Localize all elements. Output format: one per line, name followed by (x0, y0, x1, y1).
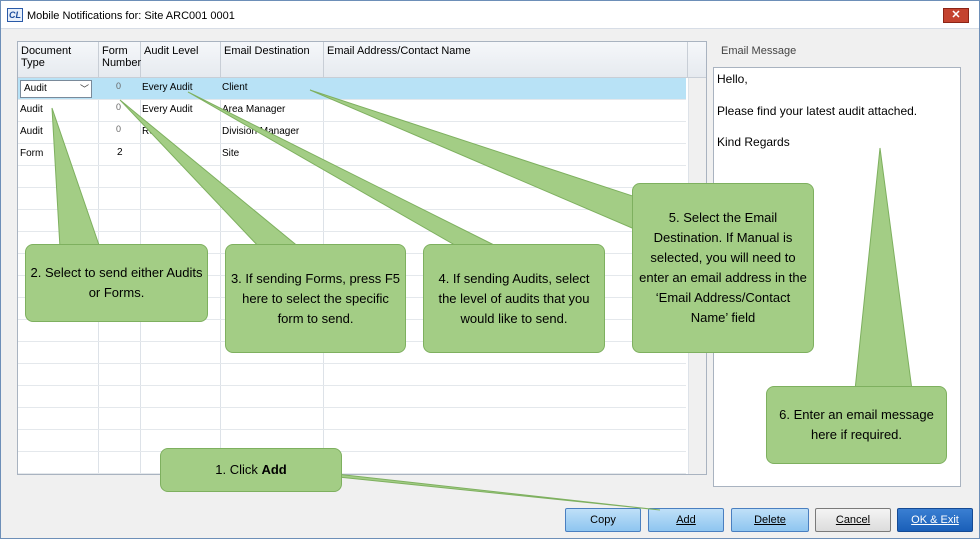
callout-step-5: 5. Select the Email Destination. If Manu… (632, 183, 814, 353)
column-header-email-destination[interactable]: Email Destination (221, 42, 324, 78)
form-number-cell[interactable]: 0 (116, 124, 121, 134)
email-message-line: Hello, (717, 72, 748, 86)
empty-row (18, 166, 686, 188)
form-number-cell[interactable]: 0 (116, 102, 121, 112)
form-number-cell[interactable]: 2 (117, 147, 123, 158)
ok-exit-button-label: OK & Exit (911, 514, 959, 526)
window-title: Mobile Notifications for: Site ARC001 00… (27, 10, 235, 22)
column-header-form-number[interactable]: Form Number (99, 42, 141, 78)
form-number-cell[interactable]: 0 (116, 81, 121, 91)
ok-exit-button[interactable]: OK & Exit (897, 508, 973, 532)
delete-button[interactable]: Delete (731, 508, 809, 532)
audit-level-cell[interactable]: Re (142, 126, 155, 137)
delete-button-label: Delete (754, 514, 786, 526)
empty-row (18, 452, 686, 474)
empty-row (18, 364, 686, 386)
document-type-value: Audit (24, 83, 47, 94)
empty-row (18, 188, 686, 210)
email-destination-cell[interactable]: Area Manager (222, 104, 285, 115)
callout-step-1-bold: Add (261, 462, 287, 477)
close-icon: ✕ (951, 9, 961, 21)
empty-row (18, 430, 686, 452)
callout-step-3: 3. If sending Forms, press F5 here to se… (225, 244, 406, 353)
email-destination-cell[interactable]: Client (222, 82, 248, 93)
empty-row (18, 408, 686, 430)
add-button[interactable]: Add (648, 508, 724, 532)
table-row[interactable]: Audit 0 Re Division Manager (18, 122, 686, 144)
document-type-cell[interactable]: Audit (20, 104, 43, 115)
column-header-email-address[interactable]: Email Address/Contact Name (324, 42, 688, 78)
add-button-label: Add (676, 514, 696, 526)
chevron-down-icon[interactable]: ﹀ (80, 82, 89, 95)
callout-step-1-text: 1. Click (215, 462, 262, 477)
email-message-label: Email Message (721, 45, 797, 57)
callout-step-1: 1. Click Add (160, 448, 342, 492)
email-destination-cell[interactable]: Division Manager (222, 126, 299, 137)
document-type-select[interactable]: Audit ﹀ (20, 80, 92, 98)
callout-step-6: 6. Enter an email message here if requir… (766, 386, 947, 464)
audit-level-cell[interactable]: Every Audit (142, 104, 193, 115)
table-row[interactable]: Audit ﹀ 0 Every Audit Client (18, 78, 686, 100)
document-type-cell[interactable]: Audit (20, 126, 43, 137)
app-logo-icon: CL (7, 8, 23, 22)
cancel-button-label: Cancel (835, 514, 871, 526)
empty-row (18, 386, 686, 408)
close-window-button[interactable]: ✕ (943, 8, 969, 23)
grid-header: Document Type Form Number Audit Level Em… (18, 42, 706, 78)
column-header-audit-level[interactable]: Audit Level (141, 42, 221, 78)
email-message-line: Kind Regards (717, 135, 790, 149)
callout-step-2: 2. Select to send either Audits or Forms… (25, 244, 208, 322)
table-row[interactable]: Audit 0 Every Audit Area Manager (18, 100, 686, 122)
document-type-cell[interactable]: Form (20, 148, 43, 159)
title-bar: CL Mobile Notifications for: Site ARC001… (1, 1, 979, 29)
email-destination-cell[interactable]: Site (222, 148, 239, 159)
callout-step-4: 4. If sending Audits, select the level o… (423, 244, 605, 353)
empty-row (18, 210, 686, 232)
column-header-document-type[interactable]: Document Type (18, 42, 99, 78)
cancel-button[interactable]: Cancel (815, 508, 891, 532)
email-message-line: Please find your latest audit attached. (717, 103, 918, 118)
table-row[interactable]: Form 2 Site (18, 144, 686, 166)
copy-button[interactable]: Copy (565, 508, 641, 532)
audit-level-cell[interactable]: Every Audit (142, 82, 193, 93)
